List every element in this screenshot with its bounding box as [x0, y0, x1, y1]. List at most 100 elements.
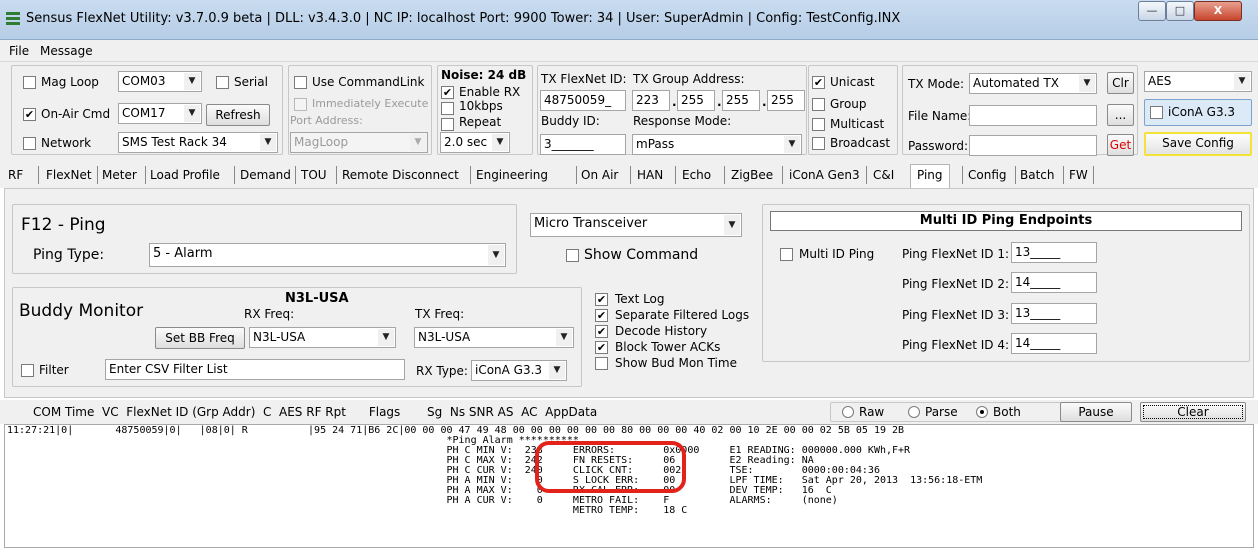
broadcast-checkbox[interactable] — [812, 137, 825, 150]
tab-batch[interactable]: Batch — [1020, 168, 1055, 182]
tab-rf[interactable]: RF — [8, 168, 23, 182]
group-octet-4[interactable]: 255 — [767, 90, 805, 111]
tab-tou[interactable]: TOU — [301, 168, 327, 182]
rx-type-select[interactable]: iConA G3.3 ▼ — [471, 360, 567, 381]
on-air-cmd-label: On-Air Cmd — [41, 107, 111, 121]
chevron-down-icon: ▼ — [724, 215, 740, 235]
buddy-region-label: N3L-USA — [285, 291, 349, 306]
icona-checkbox[interactable] — [1150, 106, 1163, 119]
tx-mode-select[interactable]: Automated TX ▼ — [969, 73, 1097, 94]
tab-config[interactable]: Config — [968, 168, 1007, 182]
file-name-field[interactable] — [969, 105, 1097, 126]
maximize-button[interactable]: □ — [1166, 1, 1194, 21]
on-air-cmd-checkbox[interactable]: ✔ — [23, 108, 36, 121]
tx-freq-select[interactable]: N3L-USA ▼ — [414, 327, 574, 348]
broadcast-label: Broadcast — [830, 136, 891, 150]
minimize-button[interactable]: — — [1138, 1, 1166, 21]
group-octet-2[interactable]: 255 — [677, 90, 715, 111]
close-button[interactable]: X — [1194, 1, 1242, 21]
group-octet-3[interactable]: 255 — [722, 90, 760, 111]
group-octet-1[interactable]: 223 — [632, 90, 670, 111]
tab-engineering[interactable]: Engineering — [476, 168, 548, 182]
rx-freq-select[interactable]: N3L-USA ▼ — [249, 327, 396, 348]
tab-icona-gen3[interactable]: iConA Gen3 — [789, 168, 860, 182]
chevron-down-icon: ▼ — [260, 134, 276, 151]
separate-filtered-logs-checkbox[interactable]: ✔ — [595, 309, 608, 322]
chevron-down-icon: ▼ — [556, 329, 572, 346]
ping-flexnet-id-1-field[interactable]: 13_____ — [1011, 242, 1097, 263]
both-radio[interactable] — [976, 406, 988, 418]
tab-meter[interactable]: Meter — [102, 168, 137, 182]
port-address-label: Port Address: — [290, 114, 363, 127]
raw-radio[interactable] — [842, 406, 854, 418]
multi-id-ping-checkbox[interactable] — [780, 248, 793, 261]
multi-id-title: Multi ID Ping Endpoints — [770, 211, 1242, 231]
response-mode-select[interactable]: mPass ▼ — [632, 134, 802, 155]
network-checkbox[interactable] — [23, 137, 36, 150]
filter-checkbox[interactable] — [21, 364, 34, 377]
multicast-label: Multicast — [830, 117, 885, 131]
tab-han[interactable]: HAN — [637, 168, 663, 182]
block-tower-acks-checkbox[interactable]: ✔ — [595, 341, 608, 354]
ping-flexnet-id-4-field[interactable]: 14_____ — [1011, 333, 1097, 354]
use-commandlink-checkbox[interactable] — [294, 76, 307, 89]
save-config-button[interactable]: Save Config — [1144, 132, 1252, 156]
parse-radio[interactable] — [908, 406, 920, 418]
interval-select[interactable]: 2.0 sec ▼ — [440, 132, 510, 153]
buddy-id-field[interactable]: 3_______ — [540, 134, 626, 155]
noise-label: Noise: 24 dB — [441, 68, 527, 82]
tab-ci[interactable]: C&I — [873, 168, 894, 182]
port-address-select[interactable]: MagLoop ▼ — [290, 132, 428, 153]
ping-flexnet-id-4-label: Ping FlexNet ID 4: — [902, 338, 1010, 352]
log-pane[interactable]: 11:27:21|0| 48750059|0| |08|0| R |95 24 … — [4, 424, 1254, 548]
get-button[interactable]: Get — [1107, 134, 1134, 156]
show-bud-mon-time-checkbox[interactable] — [595, 357, 608, 370]
pause-button[interactable]: Pause — [1060, 402, 1132, 422]
mag-loop-port-select[interactable]: COM03 ▼ — [118, 71, 202, 92]
immediately-execute-checkbox[interactable] — [294, 98, 307, 111]
chevron-down-icon: ▼ — [1234, 73, 1250, 90]
browse-button[interactable]: ... — [1107, 104, 1134, 126]
multicast-checkbox[interactable] — [812, 118, 825, 131]
show-command-checkbox[interactable] — [566, 249, 579, 262]
menu-message[interactable]: Message — [40, 44, 93, 58]
kbps-checkbox[interactable] — [441, 102, 454, 115]
tx-flexnet-id-field[interactable]: 48750059_ — [540, 90, 626, 111]
log-header: COM Time VC FlexNet ID (Grp Addr) C AES … — [0, 400, 1258, 424]
mag-loop-checkbox[interactable] — [23, 76, 36, 89]
tab-ping[interactable]: Ping — [910, 164, 950, 188]
tab-zigbee[interactable]: ZigBee — [731, 168, 773, 182]
set-bb-freq-button[interactable]: Set BB Freq — [155, 327, 245, 349]
tab-remote-disconnect[interactable]: Remote Disconnect — [342, 168, 459, 182]
tab-echo[interactable]: Echo — [682, 168, 711, 182]
decode-history-checkbox[interactable]: ✔ — [595, 325, 608, 338]
ping-flexnet-id-3-field[interactable]: 13_____ — [1011, 303, 1097, 324]
menu-file[interactable]: File — [9, 44, 29, 58]
enable-rx-checkbox[interactable]: ✔ — [441, 86, 454, 99]
filter-input[interactable]: Enter CSV Filter List — [105, 359, 405, 380]
transceiver-select[interactable]: Micro Transceiver ▼ — [530, 213, 742, 237]
tab-on-air[interactable]: On Air — [581, 168, 618, 182]
unicast-checkbox[interactable]: ✔ — [812, 76, 825, 89]
ping-type-select[interactable]: 5 - Alarm ▼ — [149, 243, 506, 267]
tab-flexnet[interactable]: FlexNet — [46, 168, 92, 182]
ping-flexnet-id-2-field[interactable]: 14_____ — [1011, 272, 1097, 293]
separate-filtered-logs-label: Separate Filtered Logs — [615, 308, 750, 322]
octet-separator: . — [672, 95, 677, 109]
serial-checkbox[interactable] — [216, 76, 229, 89]
password-field[interactable] — [969, 135, 1097, 156]
clear-log-button[interactable]: Clear — [1140, 402, 1246, 422]
tab-demand[interactable]: Demand — [240, 168, 291, 182]
filter-label: Filter — [39, 363, 69, 377]
encryption-select[interactable]: AES ▼ — [1144, 71, 1252, 92]
refresh-button[interactable]: Refresh — [206, 104, 270, 126]
mag-loop-label: Mag Loop — [41, 75, 99, 89]
text-log-checkbox[interactable]: ✔ — [595, 293, 608, 306]
group-checkbox[interactable] — [812, 98, 825, 111]
tab-load-profile[interactable]: Load Profile — [150, 168, 220, 182]
on-air-cmd-port-select[interactable]: COM17 ▼ — [118, 103, 202, 124]
clear-button[interactable]: Clr — [1107, 72, 1134, 94]
repeat-checkbox[interactable] — [441, 118, 454, 131]
network-select[interactable]: SMS Test Rack 34 ▼ — [118, 132, 278, 153]
tab-fw[interactable]: FW — [1069, 168, 1088, 182]
